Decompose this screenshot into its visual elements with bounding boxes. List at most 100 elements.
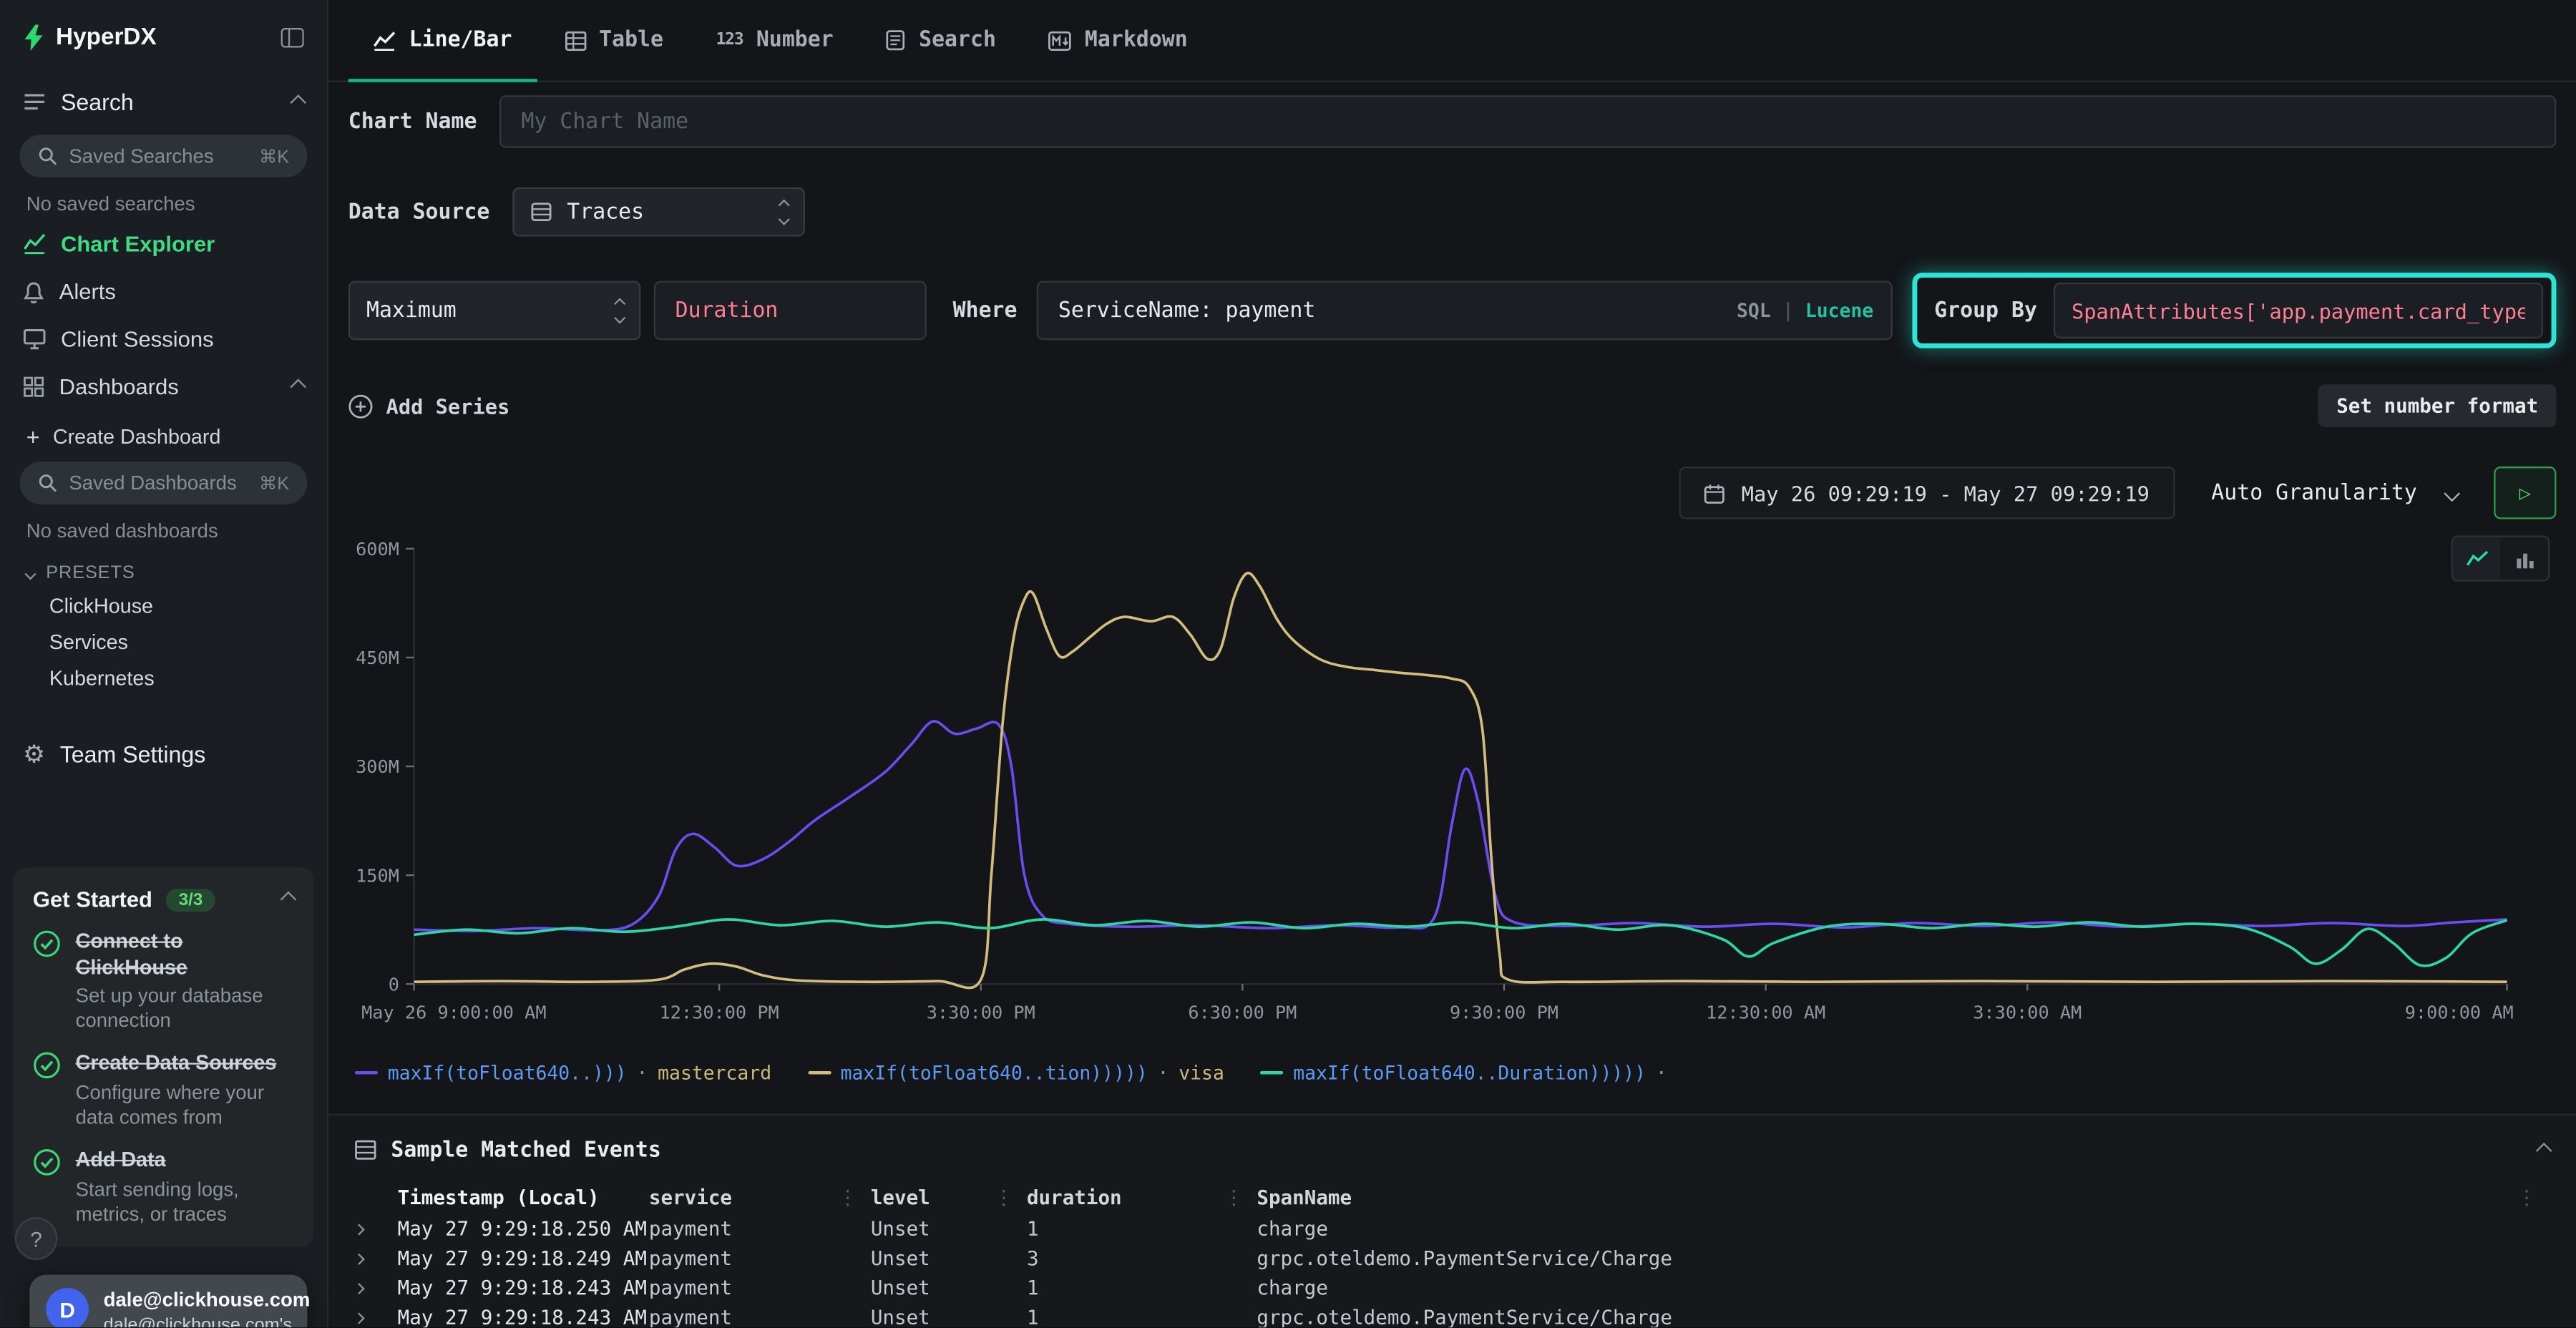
sidebar-item-label: Dashboards <box>59 374 179 399</box>
events-table-icon <box>355 1140 376 1160</box>
table-row[interactable]: May 27 9:29:18.243 AMpaymentUnset1grpc.o… <box>355 1303 2550 1327</box>
legend-separator: · <box>636 1061 648 1084</box>
tab-table[interactable]: Table <box>540 0 688 81</box>
create-dashboard-button[interactable]: + Create Dashboard <box>0 411 327 451</box>
row-expand-icon <box>353 1223 365 1234</box>
add-series-button[interactable]: Add Series <box>348 394 510 418</box>
lucene-mode-toggle[interactable]: Lucene <box>1805 299 1873 322</box>
table-cell: Unset <box>871 1217 1027 1240</box>
aggregation-field-input[interactable] <box>654 281 927 341</box>
column-header-spanname[interactable]: SpanName⋮ <box>1257 1186 2550 1209</box>
team-settings-label: Team Settings <box>60 741 206 767</box>
no-saved-dashboards-text: No saved dashboards <box>0 504 327 547</box>
column-header-service[interactable]: service⋮ <box>649 1186 871 1209</box>
chevron-down-icon <box>24 567 36 579</box>
svg-text:3:30:00 AM: 3:30:00 AM <box>1973 1002 2082 1022</box>
tab-markdown[interactable]: Markdown <box>1024 0 1212 81</box>
chevron-up-icon <box>280 892 297 908</box>
presets-header[interactable]: PRESETS <box>0 547 327 588</box>
user-account-chip[interactable]: D dale@clickhouse.com dale@clickhouse.co… <box>29 1275 307 1327</box>
chevron-up-icon <box>290 94 306 110</box>
sidebar-item-client-sessions[interactable]: Client Sessions <box>0 316 327 363</box>
tab-line-bar[interactable]: Line/Bar <box>348 0 537 81</box>
table-cell: charge <box>1257 1276 2550 1299</box>
column-header-duration[interactable]: duration⋮ <box>1027 1186 1257 1209</box>
presets-header-label: PRESETS <box>46 564 135 584</box>
get-started-header[interactable]: Get Started 3/3 <box>33 887 294 912</box>
select-updown-icon <box>615 301 623 321</box>
table-cell: May 27 9:29:18.243 AM <box>398 1306 649 1327</box>
chart-name-label: Chart Name <box>348 109 477 134</box>
table-row[interactable]: May 27 9:29:18.243 AMpaymentUnset1charge <box>355 1273 2550 1302</box>
where-input-wrap: SQL | Lucene <box>1037 281 1893 341</box>
plus-icon: + <box>26 426 40 449</box>
sidebar-item-team-settings[interactable]: ⚙ Team Settings <box>0 723 327 777</box>
aggregation-select[interactable]: Maximum <box>348 281 641 341</box>
get-started-item[interactable]: Add Data Start sending logs, metrics, or… <box>33 1148 294 1226</box>
table-cell: Unset <box>871 1306 1027 1327</box>
tab-number[interactable]: 123 Number <box>691 0 858 81</box>
granularity-select[interactable]: Auto Granularity <box>2211 481 2457 505</box>
group-by-input[interactable] <box>2054 283 2543 338</box>
row-expand-icon <box>353 1312 365 1323</box>
chart-display-toggle <box>2451 535 2550 581</box>
column-header-timestamp[interactable]: Timestamp (Local) <box>398 1186 649 1209</box>
saved-searches-input[interactable]: Saved Searches ⌘K <box>20 135 308 177</box>
preset-item-clickhouse[interactable]: ClickHouse <box>0 588 327 625</box>
get-started-item[interactable]: Connect to ClickHouse Set up your databa… <box>33 929 294 1033</box>
table-row[interactable]: May 27 9:29:18.250 AMpaymentUnset1charge <box>355 1214 2550 1244</box>
create-dashboard-label: Create Dashboard <box>53 426 221 449</box>
sidebar-item-chart-explorer[interactable]: Chart Explorer <box>0 220 327 268</box>
legend-series-swatch <box>355 1071 378 1075</box>
check-circle-icon <box>33 929 61 957</box>
preset-item-kubernetes[interactable]: Kubernetes <box>0 660 327 697</box>
data-source-value: Traces <box>567 200 644 224</box>
hyperdx-logo-icon <box>23 24 44 51</box>
get-started-title: Get Started <box>33 887 152 912</box>
tab-label: Markdown <box>1085 28 1188 52</box>
date-range-picker[interactable]: May 26 09:29:19 - May 27 09:29:19 <box>1679 467 2175 519</box>
svg-text:300M: 300M <box>356 756 399 777</box>
chart-name-input[interactable] <box>500 95 2557 147</box>
tab-search[interactable]: Search <box>862 0 1021 81</box>
shortcut-badge: ⌘K <box>259 145 289 167</box>
svg-text:12:30:00 PM: 12:30:00 PM <box>660 1002 779 1022</box>
legend-item[interactable]: maxIf(toFloat640..Duration)))))· <box>1260 1061 1677 1084</box>
sidebar-item-alerts[interactable]: Alerts <box>0 268 327 316</box>
help-button[interactable]: ? <box>16 1219 56 1259</box>
table-menu-icon: ⋮ <box>2517 1186 2537 1209</box>
set-number-format-button[interactable]: Set number format <box>2318 384 2557 427</box>
run-query-button[interactable]: ▷ <box>2494 467 2556 519</box>
get-started-card: Get Started 3/3 Connect to ClickHouse Se… <box>13 867 313 1246</box>
legend-item[interactable]: maxIf(toFloat640..tion)))))·visa <box>808 1061 1224 1084</box>
saved-dashboards-input[interactable]: Saved Dashboards ⌘K <box>20 462 308 504</box>
get-started-item[interactable]: Create Data Sources Configure where your… <box>33 1052 294 1130</box>
sql-mode-toggle[interactable]: SQL <box>1737 299 1771 322</box>
line-chart[interactable]: 600M450M300M150M0May 26 9:00:00 AM12:30:… <box>348 535 2557 1055</box>
table-cell: payment <box>649 1306 871 1327</box>
table-row[interactable]: May 27 9:29:18.249 AMpaymentUnset3grpc.o… <box>355 1244 2550 1273</box>
svg-text:9:30:00 PM: 9:30:00 PM <box>1450 1002 1558 1022</box>
bar-chart-toggle-icon[interactable] <box>2500 537 2548 580</box>
data-source-select[interactable]: Traces <box>513 187 806 237</box>
table-tab-icon <box>565 30 586 50</box>
sidebar: HyperDX Search Saved Searches ⌘K No save… <box>0 0 328 1327</box>
sidebar-collapse-icon[interactable] <box>281 28 304 48</box>
legend-item[interactable]: maxIf(toFloat640..)))·mastercard <box>355 1061 771 1084</box>
search-icon <box>38 146 58 166</box>
user-org: dale@clickhouse.com's <box>104 1314 311 1327</box>
sidebar-section-search[interactable]: Search <box>0 71 327 125</box>
bell-icon <box>23 280 44 303</box>
search-tab-icon <box>886 29 906 51</box>
chart-explorer-icon <box>23 233 46 255</box>
plus-circle-icon <box>348 394 373 418</box>
events-collapse-icon[interactable] <box>2536 1142 2552 1158</box>
calendar-icon <box>1704 482 1725 504</box>
preset-item-services[interactable]: Services <box>0 624 327 660</box>
table-cell: grpc.oteldemo.PaymentService/Charge <box>1257 1306 2550 1327</box>
sidebar-item-dashboards[interactable]: Dashboards <box>0 363 327 411</box>
column-header-level[interactable]: level⋮ <box>871 1186 1027 1209</box>
line-chart-toggle-icon[interactable] <box>2453 537 2501 580</box>
tab-label: Line/Bar <box>409 28 512 52</box>
logo-row: HyperDX <box>0 0 327 71</box>
